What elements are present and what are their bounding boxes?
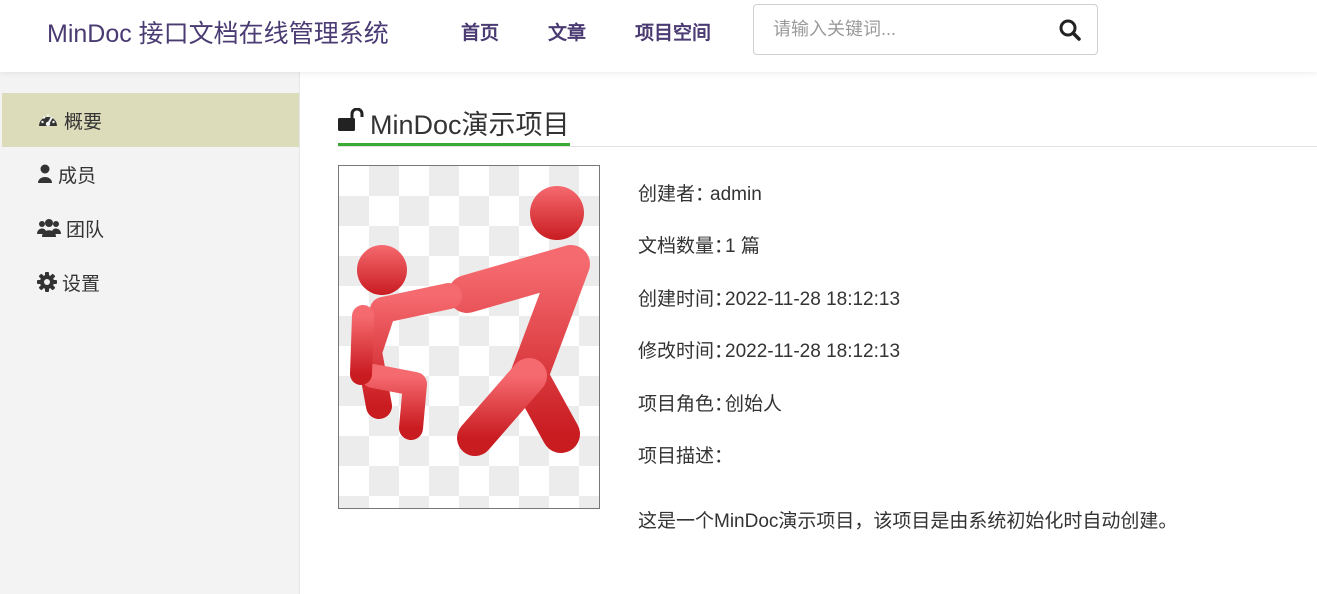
sidebar-item-label: 设置 [62, 274, 101, 295]
info-value: admin [710, 184, 762, 205]
user-icon [37, 164, 59, 184]
brand-logo-text[interactable]: MinDoc 接口文档在线管理系统 [47, 14, 389, 50]
info-label: 文档数量： [638, 236, 734, 257]
sidebar-item-overview[interactable]: 概要 [2, 93, 299, 147]
info-value: 1 篇 [725, 236, 760, 257]
info-label: 创建者： [638, 184, 715, 205]
dashboard-icon [37, 110, 59, 130]
top-header: MinDoc 接口文档在线管理系统 首页 文章 项目空间 [0, 0, 1317, 72]
sidebar-item-members[interactable]: 成员 [2, 147, 299, 201]
info-label: 项目角色： [638, 394, 734, 415]
info-project-role: 项目角色：创始人 [638, 389, 782, 416]
info-label: 修改时间： [638, 341, 734, 362]
gear-icon [37, 272, 59, 292]
sidebar-item-label: 成员 [58, 166, 97, 187]
sidebar-item-label: 概要 [64, 112, 103, 133]
project-title-row: MinDoc演示项目 [338, 100, 1317, 147]
search-box [753, 4, 1098, 55]
info-value: 创始人 [725, 394, 783, 415]
info-value: 2022-11-28 18:12:13 [725, 289, 901, 310]
nav-articles[interactable]: 文章 [548, 18, 586, 45]
sidebar: 概要 成员 团队 设置 [0, 72, 300, 594]
info-created-time: 创建时间：2022-11-28 18:12:13 [638, 284, 900, 311]
title-underline [338, 143, 570, 146]
info-doc-count: 文档数量：1 篇 [638, 231, 760, 258]
info-value: 2022-11-28 18:12:13 [725, 341, 901, 362]
nav-home[interactable]: 首页 [461, 18, 499, 45]
nav-project-space[interactable]: 项目空间 [635, 18, 711, 45]
sidebar-item-label: 团队 [66, 220, 105, 241]
search-icon[interactable] [1057, 17, 1083, 43]
page-title: MinDoc演示项目 [370, 110, 570, 140]
users-icon [37, 218, 61, 238]
info-label: 创建时间： [638, 289, 734, 310]
info-project-description: 项目描述： [638, 441, 747, 468]
unlock-icon [338, 107, 364, 132]
search-input[interactable] [755, 6, 1045, 53]
sidebar-item-team[interactable]: 团队 [2, 201, 299, 255]
project-cover-image [338, 165, 600, 509]
sidebar-item-settings[interactable]: 设置 [2, 255, 299, 309]
info-modified-time: 修改时间：2022-11-28 18:12:13 [638, 336, 900, 363]
info-label: 项目描述： [638, 446, 734, 467]
project-description-text: 这是一个MinDoc演示项目，该项目是由系统初始化时自动创建。 [638, 511, 1178, 532]
info-creator: 创建者：admin [638, 179, 762, 206]
